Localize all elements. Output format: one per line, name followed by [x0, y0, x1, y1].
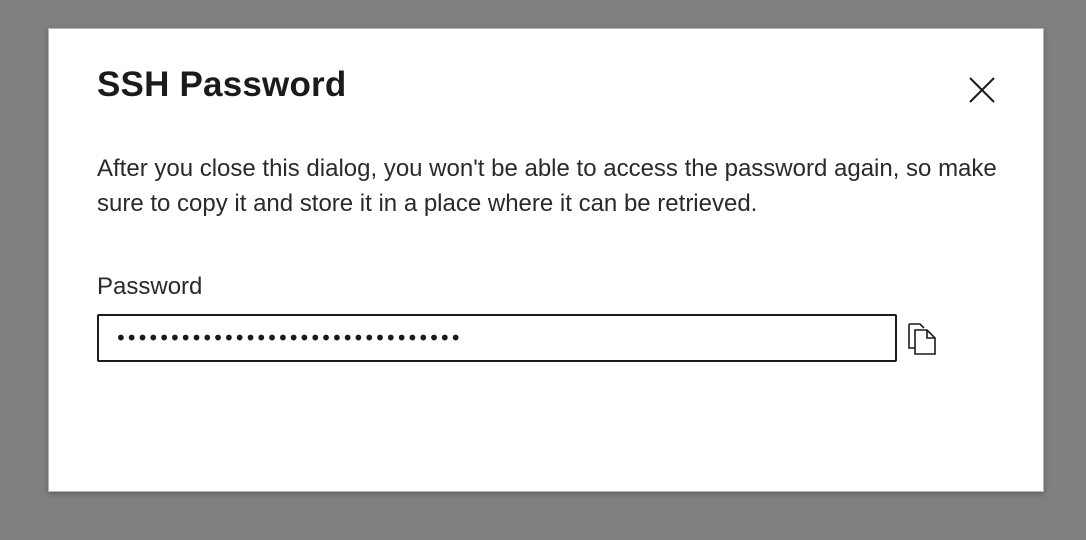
dialog-title: SSH Password — [97, 65, 347, 104]
close-button[interactable] — [962, 71, 1002, 111]
ssh-password-dialog: SSH Password After you close this dialog… — [48, 28, 1044, 492]
copy-button[interactable] — [902, 320, 942, 360]
password-field[interactable] — [97, 314, 897, 362]
password-label: Password — [97, 273, 203, 300]
copy-icon — [907, 322, 937, 359]
dialog-description: After you close this dialog, you won't b… — [97, 155, 997, 217]
close-icon — [968, 76, 996, 107]
